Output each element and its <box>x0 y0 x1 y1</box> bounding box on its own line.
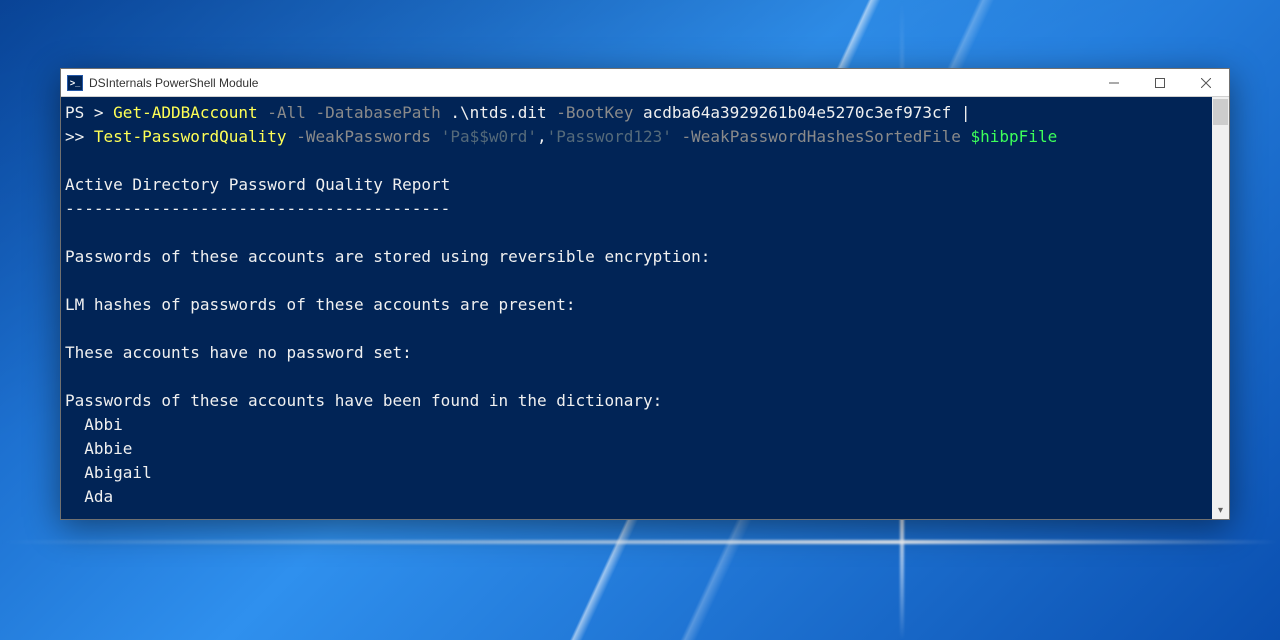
param: -All -DatabasePath <box>258 103 451 122</box>
scroll-thumb[interactable] <box>1213 99 1228 125</box>
powershell-window: >_ DSInternals PowerShell Module PS > Ge… <box>60 68 1230 520</box>
powershell-icon: >_ <box>67 75 83 91</box>
list-item: Abbie <box>84 439 132 458</box>
variable: $hibpFile <box>971 127 1058 146</box>
list-item: Abbi <box>84 415 123 434</box>
section-heading: Passwords of these accounts have been fo… <box>65 391 662 410</box>
cmdlet: Get-ADDBAccount <box>113 103 258 122</box>
vertical-scrollbar[interactable]: ▴ ▾ <box>1212 97 1229 519</box>
string-arg: 'Password123' <box>547 127 672 146</box>
wallpaper-beam-horizontal <box>0 540 1280 544</box>
prompt: PS > <box>65 103 113 122</box>
report-title: Active Directory Password Quality Report <box>65 175 450 194</box>
scroll-down-button[interactable]: ▾ <box>1212 502 1229 519</box>
string-arg: 'Pa$$w0rd' <box>441 127 537 146</box>
maximize-button[interactable] <box>1137 69 1183 97</box>
titlebar[interactable]: >_ DSInternals PowerShell Module <box>61 69 1229 97</box>
list-item: Ada <box>84 487 113 506</box>
pipe: | <box>951 103 970 122</box>
section-heading: These accounts have no password set: <box>65 343 412 362</box>
param: -WeakPasswords <box>287 127 441 146</box>
report-rule: ---------------------------------------- <box>65 199 450 218</box>
list-item: Abigail <box>84 463 151 482</box>
param: -WeakPasswordHashesSortedFile <box>672 127 971 146</box>
section-heading: Passwords of these accounts are stored u… <box>65 247 710 266</box>
section-heading: LM hashes of passwords of these accounts… <box>65 295 576 314</box>
minimize-button[interactable] <box>1091 69 1137 97</box>
bootkey-arg: acdba64a3929261b04e5270c3ef973cf <box>643 103 951 122</box>
window-title: DSInternals PowerShell Module <box>89 76 258 90</box>
path-arg: .\ntds.dit <box>450 103 546 122</box>
close-button[interactable] <box>1183 69 1229 97</box>
comma: , <box>537 127 547 146</box>
console-output[interactable]: PS > Get-ADDBAccount -All -DatabasePath … <box>61 97 1212 519</box>
client-area: PS > Get-ADDBAccount -All -DatabasePath … <box>61 97 1229 519</box>
cmdlet: Test-PasswordQuality <box>94 127 287 146</box>
param: -BootKey <box>547 103 643 122</box>
continuation-prompt: >> <box>65 127 94 146</box>
